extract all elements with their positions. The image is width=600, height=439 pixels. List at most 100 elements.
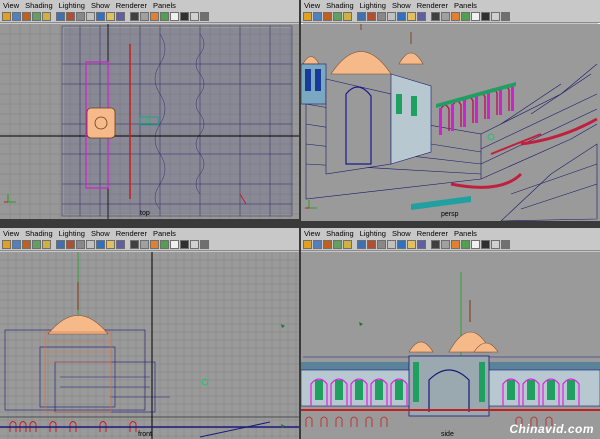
toolbar-tool-icon[interactable] [200,12,209,21]
toolbar-tool-icon[interactable] [407,240,416,249]
toolbar-tool-icon[interactable] [32,240,41,249]
toolbar-tool-icon[interactable] [200,240,209,249]
menu-view[interactable]: View [304,0,320,11]
toolbar-tool-icon[interactable] [180,240,189,249]
toolbar-tool-icon[interactable] [170,240,179,249]
toolbar-tool-icon[interactable] [451,240,460,249]
toolbar-tool-icon[interactable] [106,12,115,21]
toolbar-tool-icon[interactable] [343,240,352,249]
toolbar-tool-icon[interactable] [471,12,480,21]
menu-renderer[interactable]: Renderer [417,228,448,239]
menu-shading[interactable]: Shading [25,228,53,239]
toolbar-tool-icon[interactable] [116,240,125,249]
toolbar-tool-icon[interactable] [417,240,426,249]
menu-panels[interactable]: Panels [153,0,176,11]
toolbar-tool-icon[interactable] [22,12,31,21]
menu-shading[interactable]: Shading [25,0,53,11]
toolbar-tool-icon[interactable] [66,12,75,21]
viewport-canvas[interactable]: side [301,252,600,439]
toolbar-tool-icon[interactable] [461,12,470,21]
toolbar-tool-icon[interactable] [106,240,115,249]
toolbar-tool-icon[interactable] [32,12,41,21]
menu-lighting[interactable]: Lighting [59,0,85,11]
menu-view[interactable]: View [3,228,19,239]
toolbar-tool-icon[interactable] [56,12,65,21]
toolbar-tool-icon[interactable] [42,12,51,21]
toolbar-tool-icon[interactable] [66,240,75,249]
toolbar-tool-icon[interactable] [377,12,386,21]
menu-lighting[interactable]: Lighting [360,0,386,11]
menu-renderer[interactable]: Renderer [116,228,147,239]
toolbar-tool-icon[interactable] [12,12,21,21]
toolbar-tool-icon[interactable] [461,240,470,249]
menu-show[interactable]: Show [392,0,411,11]
toolbar-tool-icon[interactable] [431,240,440,249]
toolbar-tool-icon[interactable] [140,12,149,21]
toolbar-tool-icon[interactable] [471,240,480,249]
toolbar-tool-icon[interactable] [190,12,199,21]
toolbar-tool-icon[interactable] [96,12,105,21]
toolbar-tool-icon[interactable] [190,240,199,249]
toolbar-tool-icon[interactable] [313,240,322,249]
toolbar-tool-icon[interactable] [333,12,342,21]
toolbar-tool-icon[interactable] [367,240,376,249]
toolbar-tool-icon[interactable] [86,12,95,21]
toolbar-tool-icon[interactable] [367,12,376,21]
toolbar-tool-icon[interactable] [303,12,312,21]
menu-renderer[interactable]: Renderer [417,0,448,11]
toolbar-tool-icon[interactable] [323,240,332,249]
viewport-persp[interactable]: View Shading Lighting Show Renderer Pane… [301,0,600,221]
menu-renderer[interactable]: Renderer [116,0,147,11]
menu-panels[interactable]: Panels [454,0,477,11]
toolbar-tool-icon[interactable] [96,240,105,249]
toolbar-tool-icon[interactable] [491,12,500,21]
toolbar-tool-icon[interactable] [160,240,169,249]
toolbar-tool-icon[interactable] [501,240,510,249]
toolbar-tool-icon[interactable] [2,240,11,249]
toolbar-tool-icon[interactable] [76,12,85,21]
menu-show[interactable]: Show [91,228,110,239]
toolbar-tool-icon[interactable] [323,12,332,21]
toolbar-tool-icon[interactable] [431,12,440,21]
toolbar-tool-icon[interactable] [160,12,169,21]
viewport-front[interactable]: View Shading Lighting Show Renderer Pane… [0,228,299,439]
toolbar-tool-icon[interactable] [387,240,396,249]
toolbar-tool-icon[interactable] [333,240,342,249]
toolbar-tool-icon[interactable] [501,12,510,21]
toolbar-tool-icon[interactable] [2,12,11,21]
toolbar-tool-icon[interactable] [407,12,416,21]
menu-view[interactable]: View [304,228,320,239]
viewport-side[interactable]: View Shading Lighting Show Renderer Pane… [301,228,600,439]
toolbar-tool-icon[interactable] [441,240,450,249]
toolbar-tool-icon[interactable] [130,12,139,21]
menu-panels[interactable]: Panels [454,228,477,239]
toolbar-tool-icon[interactable] [491,240,500,249]
menu-view[interactable]: View [3,0,19,11]
menu-lighting[interactable]: Lighting [59,228,85,239]
toolbar-tool-icon[interactable] [303,240,312,249]
toolbar-tool-icon[interactable] [313,12,322,21]
toolbar-tool-icon[interactable] [76,240,85,249]
toolbar-tool-icon[interactable] [140,240,149,249]
toolbar-tool-icon[interactable] [417,12,426,21]
toolbar-tool-icon[interactable] [377,240,386,249]
viewport-canvas[interactable]: front [0,252,299,439]
toolbar-tool-icon[interactable] [56,240,65,249]
toolbar-tool-icon[interactable] [481,240,490,249]
toolbar-tool-icon[interactable] [387,12,396,21]
toolbar-tool-icon[interactable] [12,240,21,249]
toolbar-tool-icon[interactable] [481,12,490,21]
toolbar-tool-icon[interactable] [130,240,139,249]
toolbar-tool-icon[interactable] [42,240,51,249]
toolbar-tool-icon[interactable] [170,12,179,21]
toolbar-tool-icon[interactable] [451,12,460,21]
toolbar-tool-icon[interactable] [397,12,406,21]
menu-lighting[interactable]: Lighting [360,228,386,239]
toolbar-tool-icon[interactable] [86,240,95,249]
toolbar-tool-icon[interactable] [180,12,189,21]
toolbar-tool-icon[interactable] [357,12,366,21]
viewport-canvas[interactable]: top [0,24,299,219]
menu-shading[interactable]: Shading [326,228,354,239]
toolbar-tool-icon[interactable] [22,240,31,249]
menu-show[interactable]: Show [392,228,411,239]
